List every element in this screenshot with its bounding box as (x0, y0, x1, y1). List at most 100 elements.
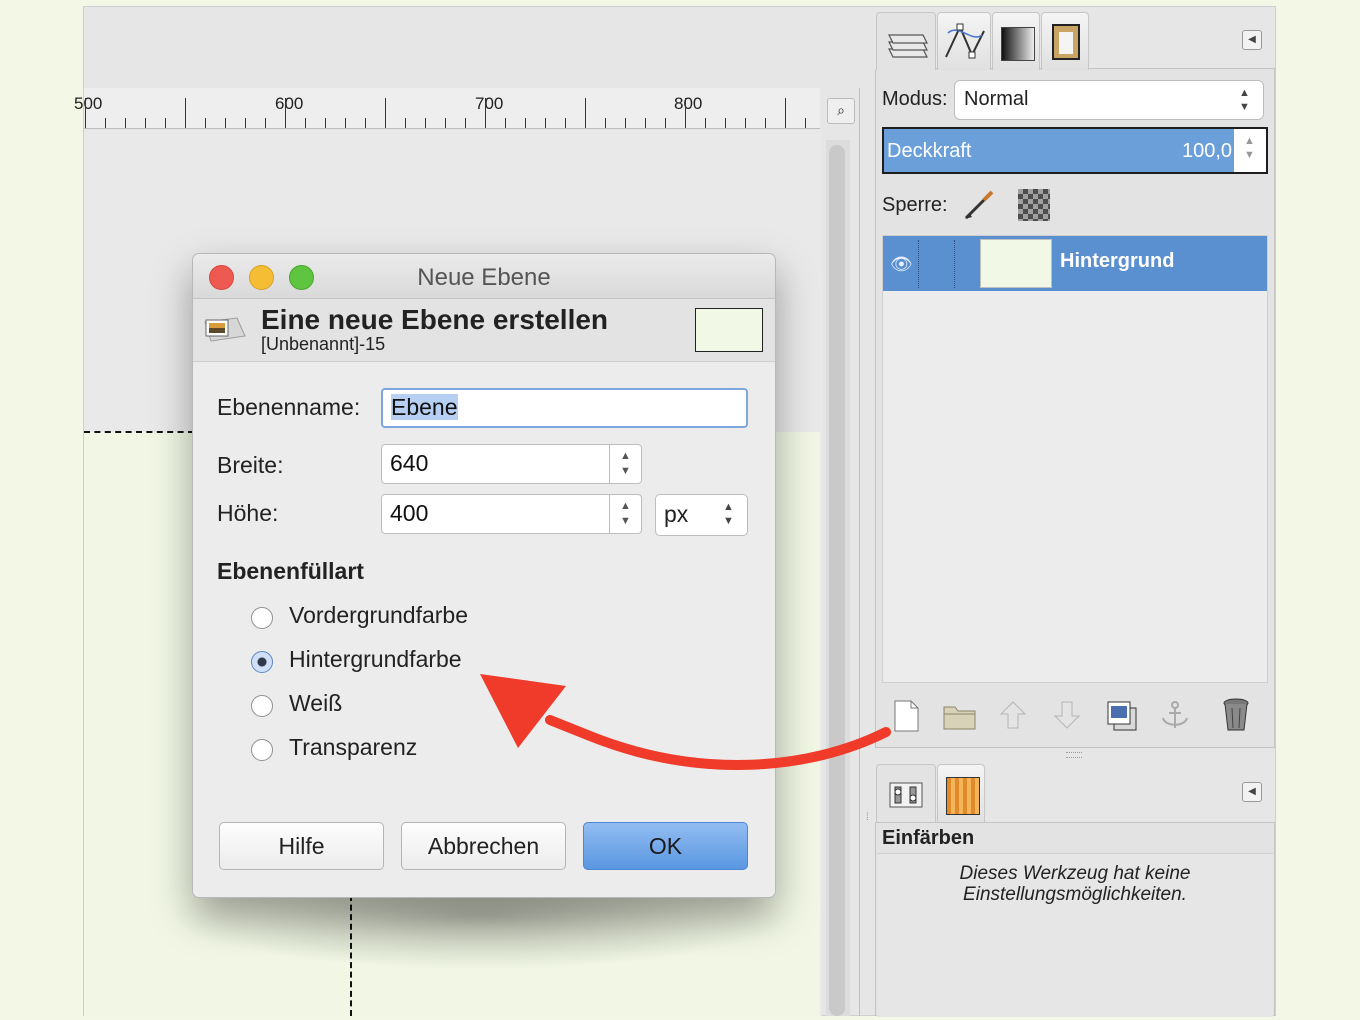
annotation-arrow (480, 674, 891, 770)
dialog-header-title: Eine neue Ebene erstellen (261, 304, 609, 335)
ruler-tick (605, 118, 606, 128)
ruler-tick (705, 118, 706, 128)
new-layer-dialog: Neue Ebene Eine neue Ebene erstellen [Un… (192, 253, 776, 898)
layer-name-label: Ebenenname: (217, 394, 361, 420)
radio-label[interactable]: Vordergrundfarbe (289, 602, 468, 629)
horizontal-ruler[interactable]: 500 600 700 800 (74, 88, 820, 129)
radio-label[interactable]: Transparenz (289, 734, 417, 761)
layer-boundary-top (84, 431, 194, 433)
width-spin-arrows[interactable]: ▲ ▼ (610, 444, 642, 484)
unit-value: px (664, 501, 689, 527)
ruler-tick (165, 118, 166, 128)
radio-transparency[interactable] (251, 739, 273, 761)
lock-pixels-icon[interactable] (962, 188, 996, 222)
duplicate-layer-icon[interactable] (1106, 700, 1138, 732)
ruler-tick (245, 118, 246, 128)
mode-label: Modus: (882, 88, 948, 110)
colorize-icon (946, 777, 980, 815)
ruler-tick (205, 118, 206, 128)
unit-select[interactable]: px ▲ ▼ (655, 494, 748, 536)
dialog-titlebar[interactable]: Neue Ebene (193, 254, 775, 299)
layer-divider (954, 240, 955, 288)
ruler-tick (325, 118, 326, 128)
visibility-eye-icon[interactable]: 👁 (890, 254, 913, 275)
ruler-tick (225, 118, 226, 128)
ruler-tick (425, 118, 426, 128)
ruler-label: 500 (74, 94, 103, 113)
ruler-tick (505, 118, 506, 128)
opacity-spin-arrows[interactable]: ▲ ▼ (1244, 134, 1255, 162)
radio-label[interactable]: Hintergrundfarbe (289, 646, 462, 673)
help-button[interactable]: Hilfe (219, 822, 384, 870)
radio-foreground-color[interactable] (251, 607, 273, 629)
dock-menu-icon[interactable]: ◀ (1242, 30, 1262, 50)
layers-list[interactable] (882, 235, 1268, 683)
ruler-tick (745, 118, 746, 128)
dock-grip-icon[interactable]: ⁞ (866, 812, 869, 823)
ruler-tick (465, 118, 466, 128)
layer-name[interactable]: Hintergrund (1060, 250, 1174, 273)
height-spin-arrows[interactable]: ▲ ▼ (610, 494, 642, 534)
ok-button[interactable]: OK (583, 822, 748, 870)
layer-thumbnail (980, 239, 1052, 288)
ruler-tick (305, 118, 306, 128)
tab-colorize[interactable] (937, 764, 985, 822)
zoom-navigate-icon[interactable]: ⌕ (827, 98, 855, 124)
ruler-tick (485, 98, 486, 128)
tab-paths[interactable] (937, 12, 991, 70)
dialog-title: Neue Ebene (417, 264, 551, 291)
ruler-tick (625, 118, 626, 128)
ruler-tick (265, 118, 266, 128)
ruler-tick (645, 118, 646, 128)
gradient-icon (1001, 27, 1035, 61)
height-label: Höhe: (217, 500, 279, 526)
dock-resize-handle[interactable] (1066, 752, 1082, 758)
ruler-tick (585, 98, 586, 128)
anchor-icon[interactable] (1160, 700, 1190, 732)
ruler-tick (805, 118, 806, 128)
layers-icon (888, 34, 928, 58)
lock-label: Sperre: (882, 194, 948, 216)
open-folder-icon[interactable] (943, 702, 977, 730)
radio-background-color[interactable] (251, 651, 273, 673)
raise-layer-icon[interactable] (999, 700, 1027, 730)
layer-name-value: Ebene (391, 394, 458, 420)
tab-gradients[interactable] (992, 12, 1040, 70)
opacity-value: 100,0 (1182, 140, 1233, 162)
tab-clipboard[interactable] (1041, 12, 1089, 70)
ruler-label: 800 (674, 94, 703, 113)
ruler-tick (785, 98, 786, 128)
layer-name-input[interactable]: Ebene (381, 388, 748, 428)
vertical-scrollbar-thumb[interactable] (829, 145, 845, 1016)
dock-menu-icon[interactable]: ◀ (1242, 782, 1262, 802)
cancel-button[interactable]: Abbrechen (401, 822, 566, 870)
mode-select[interactable]: Normal ▲ ▼ (954, 80, 1264, 120)
paths-icon (945, 23, 985, 59)
mode-value: Normal (964, 88, 1029, 110)
ruler-tick (665, 118, 666, 128)
fill-type-heading: Ebenenfüllart (217, 558, 364, 584)
tool-options-message-line2: Einstellungsmöglichkeiten. (963, 884, 1187, 905)
ruler-tick (185, 98, 186, 128)
ruler-tick (685, 98, 686, 128)
width-label: Breite: (217, 452, 284, 478)
layer-divider (918, 240, 919, 288)
lower-layer-icon[interactable] (1053, 700, 1081, 730)
height-input[interactable]: 400 (381, 494, 610, 534)
ruler-tick (285, 98, 286, 128)
tab-layers[interactable] (876, 12, 936, 70)
radio-label[interactable]: Weiß (289, 690, 342, 717)
ruler-tick (145, 118, 146, 128)
ruler-tick (85, 98, 86, 128)
new-layer-dialog-icon (203, 314, 247, 344)
radio-white[interactable] (251, 695, 273, 717)
dialog-header-subtitle: [Unbenannt]-15 (261, 334, 386, 354)
ruler-tick (525, 118, 526, 128)
ruler-tick (405, 118, 406, 128)
delete-layer-icon[interactable] (1222, 698, 1250, 732)
image-preview-swatch (695, 308, 763, 352)
ruler-label: 600 (275, 94, 304, 113)
lock-alpha-icon[interactable] (1018, 189, 1050, 221)
width-input[interactable]: 640 (381, 444, 610, 484)
tool-options-title: Einfärben (882, 827, 975, 849)
